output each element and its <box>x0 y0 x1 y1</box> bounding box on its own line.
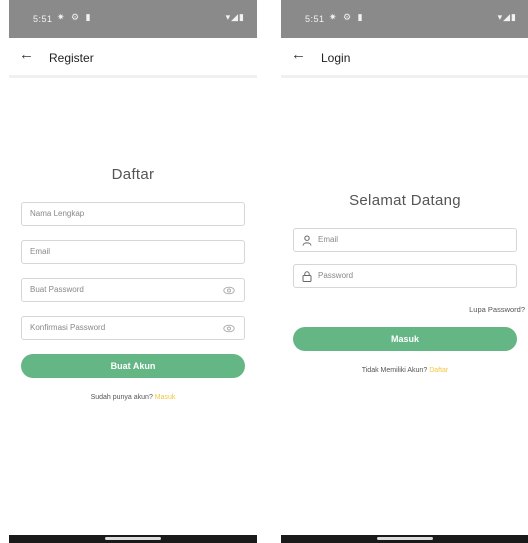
app-bar: ← Register <box>9 38 257 78</box>
eye-icon[interactable] <box>223 285 235 296</box>
confirm-password-field[interactable]: Konfirmasi Password <box>21 316 245 340</box>
app-bar-title: Login <box>321 51 351 65</box>
status-notification-icons: ✷ ⚙ ▮ <box>57 12 93 22</box>
register-prompt-text: Tidak Memiliki Akun? <box>361 367 428 374</box>
status-signal-battery-icons: ▾◢▮ <box>225 12 245 22</box>
status-signal-battery-icons: ▾◢▮ <box>497 12 517 22</box>
system-nav-bar <box>281 535 528 543</box>
forgot-password-link[interactable]: Lupa Password? <box>469 305 525 314</box>
eye-icon[interactable] <box>223 323 235 334</box>
person-icon <box>302 235 312 246</box>
home-indicator[interactable] <box>377 537 433 540</box>
login-prompt: Sudah punya akun? Masuk <box>9 394 257 401</box>
login-prompt-text: Sudah punya akun? <box>90 394 153 401</box>
full-name-field[interactable]: Nama Lengkap <box>21 202 245 226</box>
create-account-button[interactable]: Buat Akun <box>21 354 245 378</box>
login-screen: 5:51 ✷ ⚙ ▮ ▾◢▮ ← Login Selamat Datang Em… <box>281 0 528 543</box>
app-bar: ← Login <box>281 38 528 78</box>
status-bar: 5:51 ✷ ⚙ ▮ ▾◢▮ <box>281 0 528 38</box>
full-name-placeholder: Nama Lengkap <box>30 209 85 218</box>
system-nav-bar <box>9 535 257 543</box>
password-placeholder: Buat Password <box>30 285 84 294</box>
login-button[interactable]: Masuk <box>293 327 517 351</box>
back-arrow-icon[interactable]: ← <box>19 47 35 63</box>
email-placeholder: Email <box>318 235 339 244</box>
password-field[interactable]: Password <box>293 264 517 288</box>
app-bar-title: Register <box>49 51 94 65</box>
register-prompt: Tidak Memiliki Akun? Daftar <box>281 367 528 374</box>
password-field[interactable]: Buat Password <box>21 278 245 302</box>
register-link[interactable]: Daftar <box>429 367 448 374</box>
email-field[interactable]: Email <box>293 228 517 252</box>
login-link[interactable]: Masuk <box>155 394 176 401</box>
page-title: Selamat Datang <box>349 192 461 209</box>
status-time: 5:51 <box>305 14 325 24</box>
status-bar: 5:51 ✷ ⚙ ▮ ▾◢▮ <box>9 0 257 38</box>
email-placeholder: Email <box>30 247 51 256</box>
status-notification-icons: ✷ ⚙ ▮ <box>329 12 365 22</box>
lock-icon <box>302 271 312 282</box>
back-arrow-icon[interactable]: ← <box>291 47 307 63</box>
page-title: Daftar <box>111 166 155 183</box>
home-indicator[interactable] <box>105 537 161 540</box>
confirm-password-placeholder: Konfirmasi Password <box>30 323 106 332</box>
email-field[interactable]: Email <box>21 240 245 264</box>
register-screen: 5:51 ✷ ⚙ ▮ ▾◢▮ ← Register Daftar Nama Le… <box>9 0 257 543</box>
status-time: 5:51 <box>33 14 53 24</box>
password-placeholder: Password <box>318 271 354 280</box>
